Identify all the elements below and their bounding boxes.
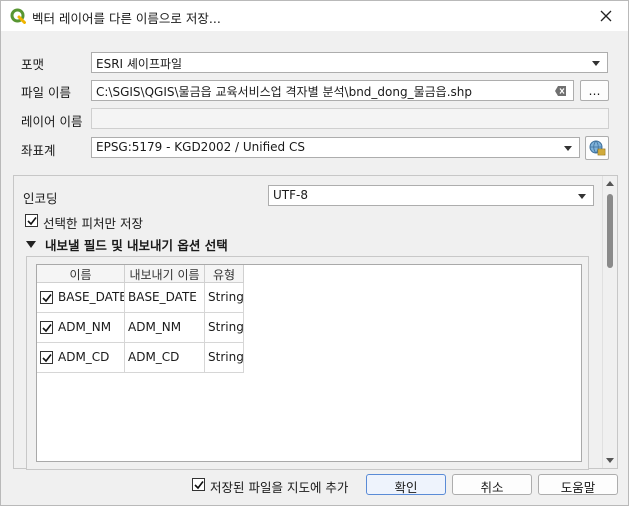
options-scrollbar[interactable] (602, 176, 617, 468)
fields-table: 이름 내보내기 이름 유형 BASE_DATE BASE_DATE String… (36, 264, 582, 462)
chevron-down-icon (592, 61, 600, 66)
crs-label: 좌표계 (21, 143, 56, 158)
table-row-export-name-cell[interactable]: ADM_CD (125, 343, 205, 373)
table-row-export-name-cell[interactable]: ADM_NM (125, 313, 205, 343)
table-row-export-name-cell[interactable]: BASE_DATE (125, 283, 205, 313)
filename-label: 파일 이름 (21, 85, 71, 100)
filename-input[interactable]: C:\SGIS\QGIS\물금읍 교육서비스업 격자별 분석\bnd_dong_… (91, 80, 574, 101)
help-button[interactable]: 도움말 (538, 474, 618, 495)
field-name: BASE_DATE (58, 290, 125, 304)
column-header-name[interactable]: 이름 (37, 265, 125, 283)
selected-only-label[interactable]: 선택한 피처만 저장 (43, 213, 143, 232)
browse-button[interactable]: … (580, 80, 609, 101)
add-to-map-checkbox[interactable] (192, 478, 205, 491)
column-header-export-name[interactable]: 내보내기 이름 (125, 265, 205, 283)
encoding-combobox[interactable]: UTF-8 (268, 185, 594, 206)
window-title: 벡터 레이어를 다른 이름으로 저장... (32, 11, 221, 26)
encoding-label: 인코딩 (23, 191, 58, 206)
table-row-type-cell: String (205, 283, 244, 313)
field-checkbox[interactable] (40, 351, 53, 364)
checkmark-icon (193, 480, 204, 489)
format-label: 포맷 (21, 57, 45, 72)
checkmark-icon (41, 353, 52, 362)
globe-crs-icon (589, 140, 606, 156)
checkmark-icon (41, 323, 52, 332)
ok-button[interactable]: 확인 (366, 474, 446, 495)
collapse-triangle-icon[interactable] (26, 241, 36, 248)
chevron-down-icon (578, 194, 586, 199)
table-row-type-cell: String (205, 343, 244, 373)
format-combobox[interactable]: ESRI 셰이프파일 (91, 52, 608, 73)
table-row-name-cell[interactable]: ADM_NM (37, 313, 125, 343)
layername-label: 레이어 이름 (21, 114, 83, 129)
export-fields-section-title[interactable]: 내보낼 필드 및 내보내기 옵션 선택 (45, 235, 228, 254)
close-icon (600, 10, 612, 22)
format-value: ESRI 셰이프파일 (96, 57, 183, 71)
field-checkbox[interactable] (40, 321, 53, 334)
table-row-type-cell: String (205, 313, 244, 343)
checkmark-icon (41, 293, 52, 302)
qgis-logo-icon (10, 8, 26, 24)
save-vector-layer-dialog: 벡터 레이어를 다른 이름으로 저장... 포맷 ESRI 셰이프파일 파일 이… (0, 0, 629, 506)
filename-value: C:\SGIS\QGIS\물금읍 교육서비스업 격자별 분석\bnd_dong_… (96, 85, 473, 99)
field-name: ADM_NM (58, 320, 112, 334)
scroll-down-icon[interactable] (606, 458, 614, 463)
checkmark-icon (26, 216, 37, 225)
title-bar: 벡터 레이어를 다른 이름으로 저장... (1, 1, 628, 31)
encoding-value: UTF-8 (273, 188, 308, 202)
scroll-thumb[interactable] (607, 194, 613, 268)
add-to-map-label[interactable]: 저장된 파일을 지도에 추가 (210, 477, 348, 496)
column-header-type[interactable]: 유형 (205, 265, 244, 283)
crs-value: EPSG:5179 - KGD2002 / Unified CS (96, 140, 305, 154)
options-scroll-area[interactable]: 인코딩 UTF-8 선택한 피처만 저장 내보낼 필드 및 내보내기 옵션 선택… (13, 175, 618, 470)
scroll-up-icon[interactable] (606, 181, 614, 186)
close-button[interactable] (588, 2, 624, 30)
layername-input (91, 108, 609, 129)
cancel-button[interactable]: 취소 (452, 474, 532, 495)
table-row-name-cell[interactable]: BASE_DATE (37, 283, 125, 313)
field-name: ADM_CD (58, 350, 110, 364)
crs-combobox[interactable]: EPSG:5179 - KGD2002 / Unified CS (91, 137, 580, 158)
chevron-down-icon (564, 146, 572, 151)
field-checkbox[interactable] (40, 291, 53, 304)
table-row-name-cell[interactable]: ADM_CD (37, 343, 125, 373)
clear-field-icon[interactable] (555, 86, 567, 96)
selected-only-checkbox[interactable] (25, 214, 38, 227)
select-crs-button[interactable] (585, 136, 609, 160)
